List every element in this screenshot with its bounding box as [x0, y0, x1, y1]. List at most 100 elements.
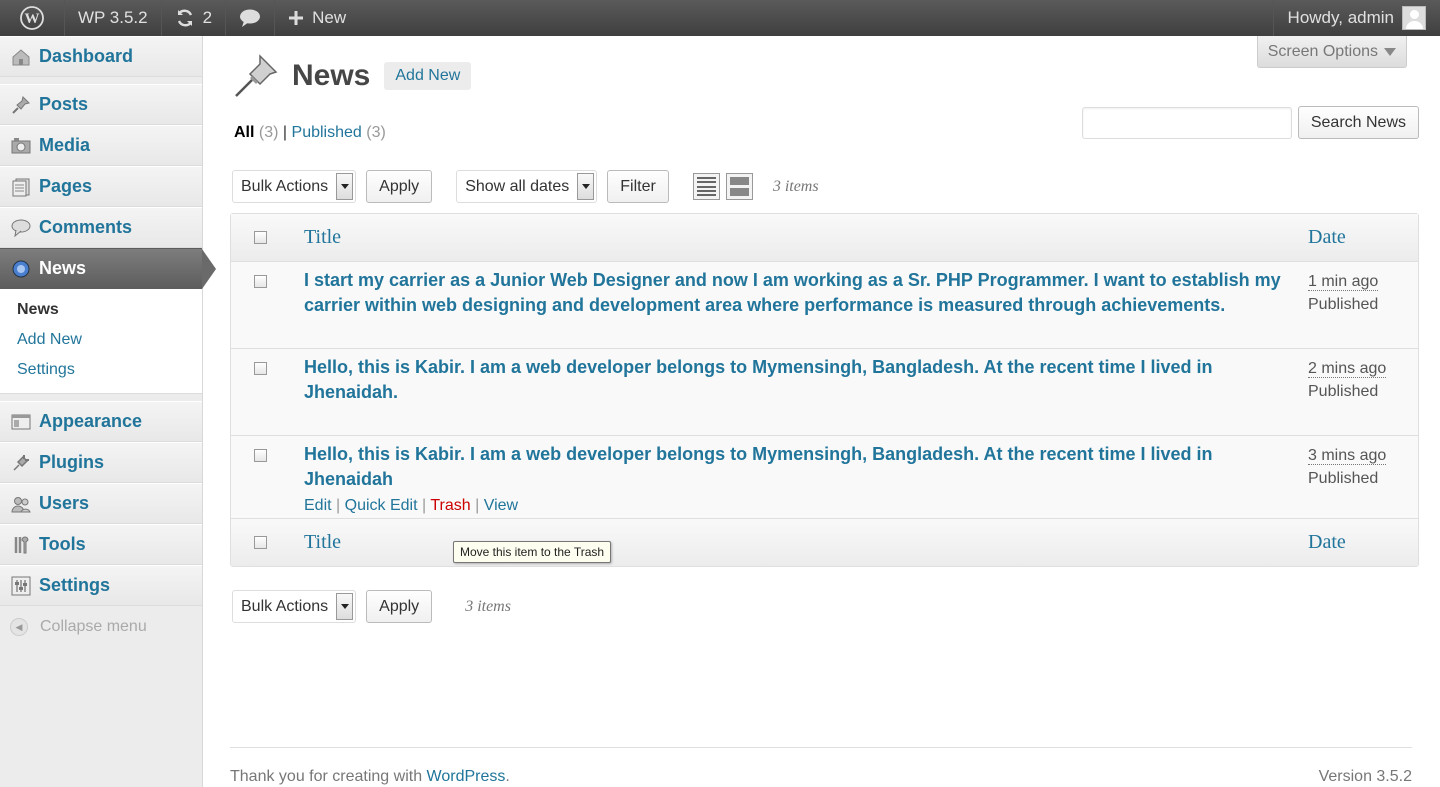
comments-link[interactable] — [226, 0, 276, 36]
plugins-icon — [10, 452, 32, 474]
row-status: Published — [1308, 296, 1379, 313]
updates-count: 2 — [202, 8, 213, 27]
refresh-icon — [175, 8, 195, 28]
menu-item-posts[interactable]: Posts — [0, 84, 202, 125]
menu-item-pages[interactable]: Pages — [0, 166, 202, 207]
search-input[interactable] — [1081, 106, 1292, 139]
site-name-link[interactable]: WP 3.5.2 — [65, 0, 162, 36]
view-all-link[interactable]: All — [234, 124, 254, 141]
view-published-link[interactable]: Published — [292, 124, 362, 141]
submenu-item-news[interactable]: News — [0, 295, 202, 325]
menu-item-news[interactable]: News — [0, 248, 216, 289]
column-date-header[interactable]: Date — [1308, 214, 1418, 262]
excerpt-view-icon[interactable] — [725, 173, 753, 200]
dates-filter-value: Show all dates — [465, 177, 570, 195]
row-checkbox[interactable] — [254, 275, 267, 288]
howdy-label: Howdy, admin — [1287, 8, 1394, 27]
bulk-actions-select[interactable]: Bulk Actions — [232, 170, 357, 203]
new-label: New — [312, 8, 347, 27]
table-row: I start my carrier as a Junior Web Desig… — [231, 262, 1418, 349]
svg-text:W: W — [25, 11, 40, 27]
pushpin-icon — [230, 52, 280, 100]
add-new-button[interactable]: Add New — [384, 62, 472, 90]
search-news-button[interactable]: Search News — [1297, 106, 1419, 139]
news-table: Title Date I start my carrier as a Junio… — [230, 213, 1419, 567]
menu-item-users[interactable]: Users — [0, 483, 202, 524]
row-title-link[interactable]: Hello, this is Kabir. I am a web develop… — [304, 355, 1288, 405]
new-content-link[interactable]: New — [275, 0, 359, 36]
row-date: 3 mins ago — [1308, 447, 1387, 465]
table-row: Hello, this is Kabir. I am a web develop… — [231, 436, 1418, 518]
collapse-menu-label: Collapse menu — [40, 618, 147, 635]
menu-label-posts: Posts — [39, 94, 89, 114]
menu-item-comments[interactable]: Comments — [0, 207, 202, 248]
view-link[interactable]: View — [484, 497, 518, 514]
news-submenu: News Add New Settings — [0, 289, 202, 394]
menu-item-settings[interactable]: Settings — [0, 565, 202, 606]
footer-thanks: Thank you for creating with WordPress. — [230, 768, 510, 786]
search-box: Search News — [1081, 106, 1419, 139]
column-title-header[interactable]: Title — [304, 214, 1308, 262]
menu-item-dashboard[interactable]: Dashboard — [0, 36, 202, 77]
table-row: Hello, this is Kabir. I am a web develop… — [231, 349, 1418, 436]
wordpress-logo-icon[interactable]: W — [0, 0, 65, 36]
edit-link[interactable]: Edit — [304, 497, 332, 514]
menu-item-media[interactable]: Media — [0, 125, 202, 166]
my-account-link[interactable]: Howdy, admin — [1272, 0, 1440, 36]
plus-icon — [288, 10, 304, 26]
row-status: Published — [1308, 470, 1379, 487]
menu-label-comments: Comments — [39, 217, 133, 237]
submenu-item-settings[interactable]: Settings — [0, 355, 202, 385]
menu-label-pages: Pages — [39, 176, 93, 196]
submenu-item-add-new[interactable]: Add New — [0, 325, 202, 355]
bulk-actions-select-bottom[interactable]: Bulk Actions — [232, 590, 357, 623]
trash-link[interactable]: Trash — [430, 497, 470, 514]
tablenav-top: Bulk Actions Apply Show all dates Filter… — [232, 170, 819, 203]
select-arrow-icon — [577, 173, 595, 200]
select-all-checkbox[interactable] — [254, 231, 267, 244]
apply-button[interactable]: Apply — [366, 170, 433, 203]
bulk-actions-value: Bulk Actions — [241, 177, 329, 195]
filter-button[interactable]: Filter — [607, 170, 669, 203]
main-content: Screen Options News Add New All (3) | Pu… — [230, 36, 1420, 787]
menu-label-appearance: Appearance — [39, 411, 143, 431]
row-status: Published — [1308, 383, 1379, 400]
list-view-icon[interactable] — [692, 173, 720, 200]
apply-button-bottom[interactable]: Apply — [366, 590, 433, 623]
row-title-link[interactable]: Hello, this is Kabir. I am a web develop… — [304, 442, 1288, 492]
appearance-icon — [10, 411, 32, 433]
menu-label-users: Users — [39, 493, 90, 513]
dashboard-icon — [10, 46, 32, 68]
menu-label-news: News — [39, 258, 87, 278]
comments-icon — [10, 217, 32, 239]
row-title-link[interactable]: I start my carrier as a Junior Web Desig… — [304, 268, 1288, 318]
view-all-count: (3) — [258, 124, 279, 141]
menu-separator — [0, 394, 202, 401]
menu-item-tools[interactable]: Tools — [0, 524, 202, 565]
status-views: All (3) | Published (3) — [234, 124, 386, 142]
footer: Thank you for creating with WordPress. V… — [230, 747, 1412, 787]
admin-bar: W WP 3.5.2 2 New Howdy, admin — [0, 0, 1440, 36]
action-separator: | — [422, 497, 427, 514]
menu-item-appearance[interactable]: Appearance — [0, 401, 202, 442]
collapse-menu-button[interactable]: ◀ Collapse menu — [0, 606, 202, 648]
updates-link[interactable]: 2 — [162, 0, 227, 36]
row-actions: Edit | Quick Edit | Trash | View — [304, 497, 1288, 515]
pages-icon — [10, 176, 32, 198]
column-date-footer[interactable]: Date — [1308, 518, 1418, 566]
select-all-checkbox-footer[interactable] — [254, 536, 267, 549]
page-header: News Add New — [230, 52, 472, 100]
wordpress-link[interactable]: WordPress — [427, 768, 506, 785]
menu-item-plugins[interactable]: Plugins — [0, 442, 202, 483]
row-checkbox[interactable] — [254, 362, 267, 375]
tablenav-bottom: Bulk Actions Apply 3 items — [232, 590, 511, 623]
footer-thanks-text: Thank you for creating with — [230, 768, 423, 785]
menu-label-tools: Tools — [39, 534, 86, 554]
news-icon — [10, 258, 32, 280]
menu-label-media: Media — [39, 135, 91, 155]
avatar — [1402, 6, 1426, 30]
row-checkbox[interactable] — [254, 449, 267, 462]
dates-filter-select[interactable]: Show all dates — [456, 170, 598, 203]
screen-options-button[interactable]: Screen Options — [1256, 36, 1407, 68]
quick-edit-link[interactable]: Quick Edit — [345, 497, 418, 514]
